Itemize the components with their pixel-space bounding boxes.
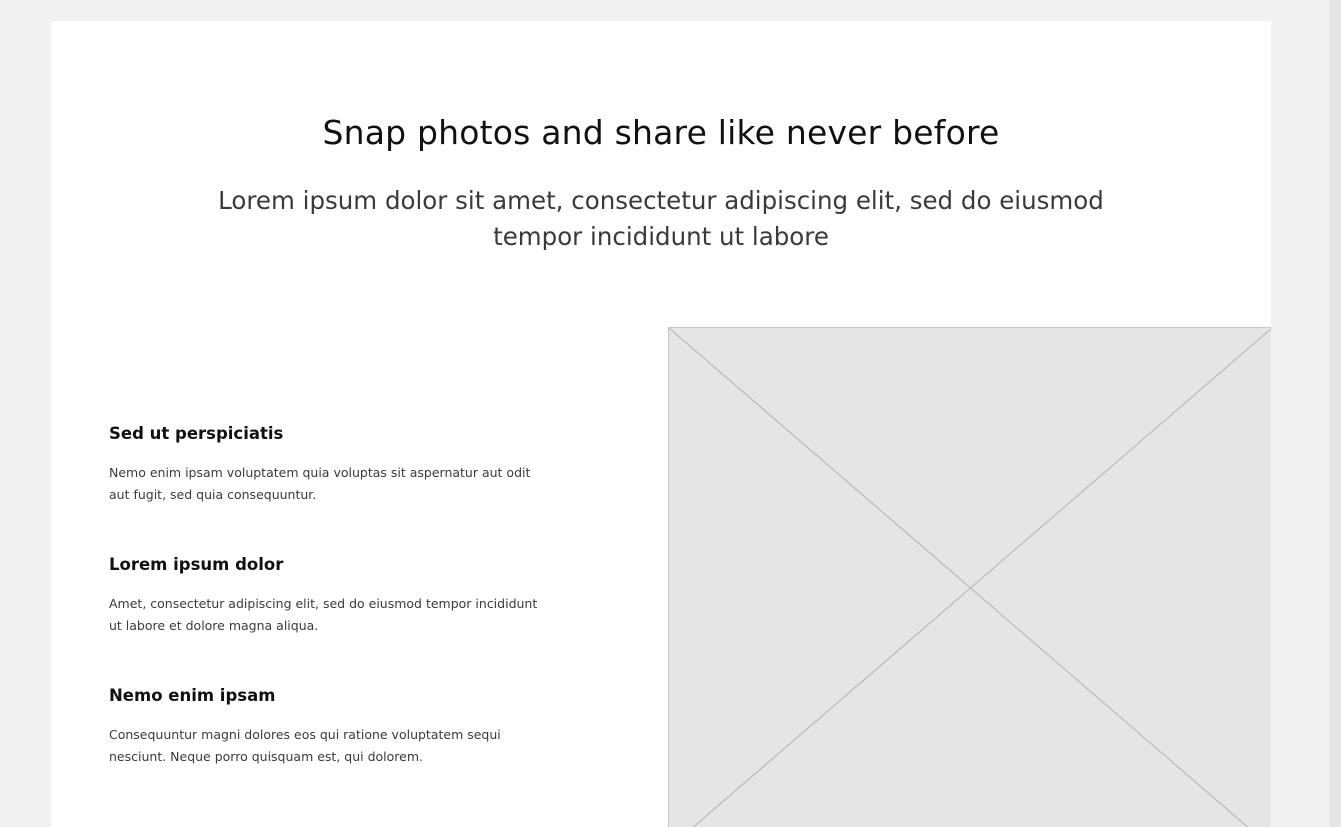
page-scrollbar[interactable] [1329, 0, 1341, 827]
feature-title: Sed ut perspiciatis [109, 424, 284, 443]
feature-list: Sed ut perspiciatis Nemo enim ipsam volu… [109, 423, 551, 816]
image-placeholder-icon [669, 328, 1271, 827]
feature-item: Lorem ipsum dolor Amet, consectetur adip… [109, 554, 551, 685]
page-title: Snap photos and share like never before [322, 113, 1000, 152]
feature-description: Amet, consectetur adipiscing elit, sed d… [109, 596, 538, 633]
feature-description: Consequuntur magni dolores eos qui ratio… [109, 727, 501, 764]
content-card: Snap photos and share like never before … [51, 21, 1271, 827]
image-placeholder [668, 327, 1271, 827]
feature-title: Nemo enim ipsam [109, 686, 276, 705]
feature-description: Nemo enim ipsam voluptatem quia voluptas… [109, 465, 531, 502]
feature-title: Lorem ipsum dolor [109, 555, 284, 574]
feature-item: Nemo enim ipsam Consequuntur magni dolor… [109, 685, 551, 816]
feature-item: Sed ut perspiciatis Nemo enim ipsam volu… [109, 423, 551, 554]
page-subtitle: Lorem ipsum dolor sit amet, consectetur … [218, 186, 1104, 251]
